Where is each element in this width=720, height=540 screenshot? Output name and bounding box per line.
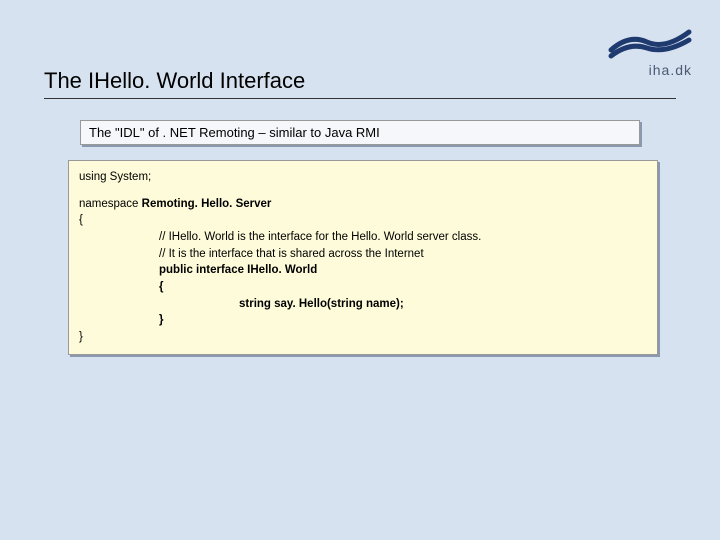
caption-box: The "IDL" of . NET Remoting – similar to…	[80, 120, 640, 145]
title-row: The IHello. World Interface	[44, 68, 676, 99]
page-title: The IHello. World Interface	[44, 68, 676, 94]
code-line: }	[79, 329, 647, 346]
wave-icon	[607, 28, 692, 60]
code-line: public interface IHello. World	[159, 262, 647, 279]
code-line: string say. Hello(string name);	[239, 296, 647, 313]
code-box: using System; namespace Remoting. Hello.…	[68, 160, 658, 355]
code-line: {	[159, 279, 647, 296]
caption-text: The "IDL" of . NET Remoting – similar to…	[89, 125, 380, 140]
code-line: {	[79, 212, 647, 229]
code-line: // IHello. World is the interface for th…	[159, 229, 647, 246]
code-line: // It is the interface that is shared ac…	[159, 246, 647, 263]
code-line: }	[159, 312, 647, 329]
code-text: Remoting. Hello. Server	[142, 198, 272, 210]
code-line: namespace Remoting. Hello. Server	[79, 196, 647, 213]
code-line: using System;	[79, 169, 647, 186]
code-text: namespace	[79, 198, 142, 210]
